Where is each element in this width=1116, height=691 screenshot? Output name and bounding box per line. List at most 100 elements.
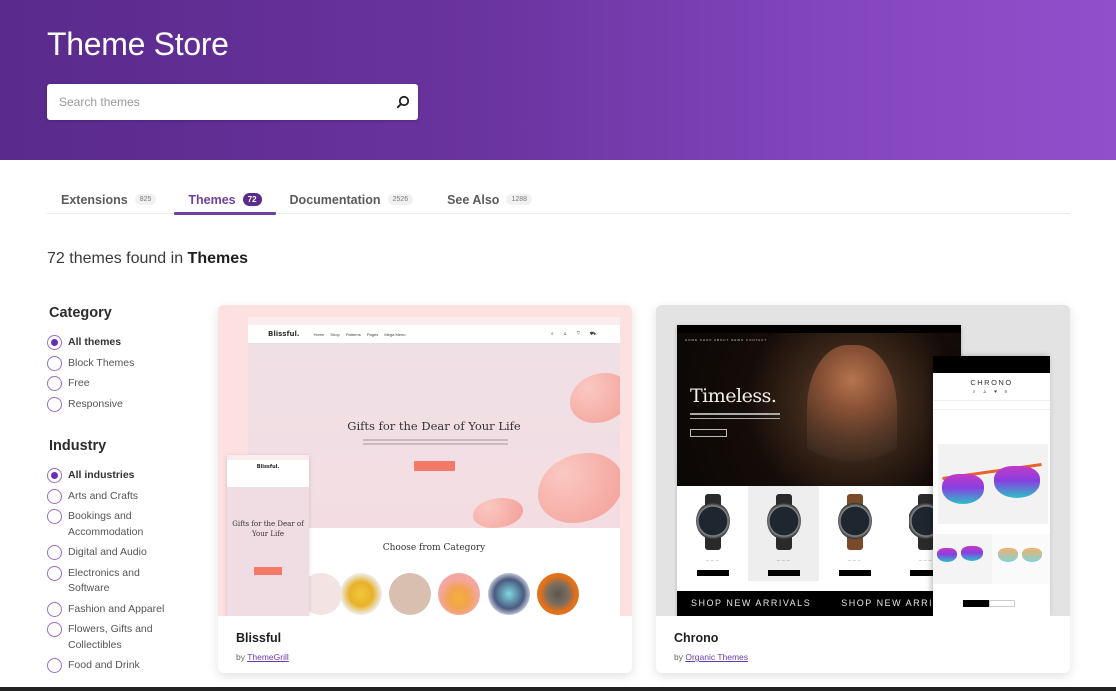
preview-breadcrumb bbox=[933, 400, 1050, 410]
watch-image bbox=[766, 502, 801, 540]
tab-themes[interactable]: Themes 72 bbox=[174, 186, 276, 215]
preview-mobile-nav: Blissful. bbox=[227, 460, 309, 487]
mobile-preview: Blissful. Gifts for the Dear of Your Lif… bbox=[227, 455, 309, 616]
preview-product: — — — bbox=[748, 486, 819, 581]
theme-store-page: Theme Store Extensions 825 Themes 72 Doc… bbox=[0, 0, 1116, 691]
page-title: Theme Store bbox=[47, 26, 229, 62]
preview-mobile-cta bbox=[254, 567, 282, 575]
preview-product: — — — bbox=[677, 486, 748, 581]
preview-product: — — — bbox=[819, 486, 890, 581]
radio-label: Digital and Audio bbox=[68, 546, 147, 558]
theme-card-chrono[interactable]: HOME SHOP ABOUT NEWS CONTACT Timeless. —… bbox=[656, 305, 1070, 673]
industry-option-bookings-and-accommodation[interactable]: Bookings and Accommodation bbox=[47, 509, 207, 540]
preview-cta-button bbox=[690, 429, 727, 437]
preview-mobile-logo: CHRONO bbox=[970, 378, 1013, 387]
tab-label: Themes bbox=[188, 192, 236, 207]
preview-heading: Timeless. bbox=[690, 385, 777, 407]
tab-extensions[interactable]: Extensions 825 bbox=[47, 186, 170, 213]
theme-card-blissful[interactable]: Blissful. Home Shop Patterns Pages Mega … bbox=[218, 305, 632, 673]
preview-announcement-bar bbox=[248, 317, 620, 325]
preview-mobile-tabs bbox=[963, 600, 1015, 607]
search-scope-tabs: Extensions 825 Themes 72 Documentation 2… bbox=[47, 186, 1070, 215]
preview-subtext bbox=[363, 439, 508, 449]
radio-label: Responsive bbox=[68, 397, 123, 410]
preview-logo: Blissful. bbox=[268, 330, 300, 338]
radio-button[interactable] bbox=[47, 355, 62, 371]
petal-decoration bbox=[473, 498, 523, 528]
radio-button[interactable] bbox=[47, 488, 62, 504]
theme-name[interactable]: Blissful bbox=[236, 631, 281, 645]
results-scope: Themes bbox=[187, 250, 249, 267]
radio-button-checked[interactable] bbox=[47, 468, 62, 483]
search-icon bbox=[396, 95, 410, 109]
author-prefix: by bbox=[674, 652, 683, 662]
preview-nav: Blissful. Home Shop Patterns Pages Mega … bbox=[248, 325, 620, 343]
theme-author-line: by Organic Themes bbox=[674, 652, 748, 662]
sunglasses-image bbox=[938, 444, 1048, 524]
preview-hero-model bbox=[807, 345, 897, 485]
radio-button[interactable] bbox=[47, 376, 62, 391]
tab-count-badge: 1288 bbox=[506, 194, 533, 205]
results-count: 72 themes found in bbox=[47, 250, 184, 267]
search-button[interactable] bbox=[388, 84, 418, 120]
preview-nav-link: Patterns bbox=[345, 331, 361, 337]
category-option-all-themes[interactable]: All themes bbox=[47, 335, 207, 351]
category-option-block-themes[interactable]: Block Themes bbox=[47, 355, 207, 372]
preview-mobile-heading: Gifts for the Dear of Your Life bbox=[232, 520, 304, 538]
preview-subtext bbox=[690, 413, 780, 422]
hero-banner: Theme Store bbox=[0, 0, 1116, 160]
category-thumbnail bbox=[340, 573, 382, 615]
category-thumbnail bbox=[438, 573, 480, 615]
tab-documentation[interactable]: Documentation 2526 bbox=[276, 186, 428, 213]
radio-button[interactable] bbox=[47, 545, 62, 560]
radio-label: Fashion and Apparel bbox=[68, 602, 165, 615]
search-box bbox=[47, 84, 418, 120]
preview-nav-link: Home bbox=[313, 331, 325, 337]
radio-label: Food and Drink bbox=[68, 659, 140, 671]
tab-count-badge: 72 bbox=[242, 193, 262, 206]
theme-name[interactable]: Chrono bbox=[674, 631, 718, 645]
preview-nav: HOME SHOP ABOUT NEWS CONTACT bbox=[685, 338, 768, 342]
theme-author-line: by ThemeGrill bbox=[236, 652, 289, 662]
radio-button[interactable] bbox=[47, 658, 62, 673]
radio-label: Arts and Crafts bbox=[68, 489, 139, 502]
preview-hero: HOME SHOP ABOUT NEWS CONTACT Timeless. bbox=[677, 333, 961, 486]
radio-button[interactable] bbox=[47, 396, 62, 412]
theme-author-link[interactable]: ThemeGrill bbox=[247, 652, 289, 662]
industry-option-digital-and-audio[interactable]: Digital and Audio bbox=[47, 545, 207, 561]
radio-button[interactable] bbox=[47, 509, 62, 524]
industry-option-food-and-drink[interactable]: Food and Drink bbox=[47, 658, 207, 674]
theme-preview-image[interactable]: HOME SHOP ABOUT NEWS CONTACT Timeless. —… bbox=[656, 305, 1070, 616]
theme-preview-image[interactable]: Blissful. Home Shop Patterns Pages Mega … bbox=[218, 305, 632, 616]
radio-button-checked[interactable] bbox=[47, 335, 62, 350]
radio-button[interactable] bbox=[47, 565, 62, 581]
radio-button[interactable] bbox=[47, 601, 62, 617]
industry-option-all-industries[interactable]: All industries bbox=[47, 468, 207, 484]
banner-text: SHOP NEW ARRIVALS bbox=[691, 598, 812, 608]
search-input[interactable] bbox=[47, 84, 388, 120]
tab-see-also[interactable]: See Also 1288 bbox=[433, 186, 546, 213]
preview-announcement-bar bbox=[933, 356, 1050, 373]
industry-option-flowers-gifts-and-collectibles[interactable]: Flowers, Gifts and Collectibles bbox=[47, 622, 207, 653]
watch-image bbox=[695, 502, 730, 540]
radio-button[interactable] bbox=[47, 622, 62, 637]
tab-count-badge: 825 bbox=[134, 194, 157, 205]
industry-option-electronics-and-software[interactable]: Electronics and Software bbox=[47, 565, 207, 597]
petal-decoration bbox=[538, 453, 620, 523]
preview-nav-link: Shop bbox=[330, 331, 340, 337]
filter-sidebar: Category All themes Block Themes Free Re… bbox=[47, 305, 207, 679]
category-option-responsive[interactable]: Responsive bbox=[47, 396, 207, 413]
industry-option-fashion-and-apparel[interactable]: Fashion and Apparel bbox=[47, 601, 207, 618]
industry-filter-title: Industry bbox=[49, 438, 107, 454]
preview-marquee-banner: SHOP NEW ARRIVALS SHOP NEW ARRIVALS bbox=[677, 591, 961, 616]
preview-nav-icons: ⌕ ♙ ♡ ⛟ bbox=[550, 330, 600, 337]
author-prefix: by bbox=[236, 652, 245, 662]
category-thumbnail bbox=[389, 573, 431, 615]
mobile-preview: CHRONO ⌕ ♙ ♥ ≡ bbox=[933, 356, 1050, 616]
category-option-free[interactable]: Free bbox=[47, 376, 207, 392]
theme-author-link[interactable]: Organic Themes bbox=[685, 652, 748, 662]
category-thumbnail bbox=[488, 573, 530, 615]
watch-image bbox=[837, 502, 872, 540]
industry-option-arts-and-crafts[interactable]: Arts and Crafts bbox=[47, 488, 207, 505]
radio-label: Free bbox=[68, 377, 90, 389]
